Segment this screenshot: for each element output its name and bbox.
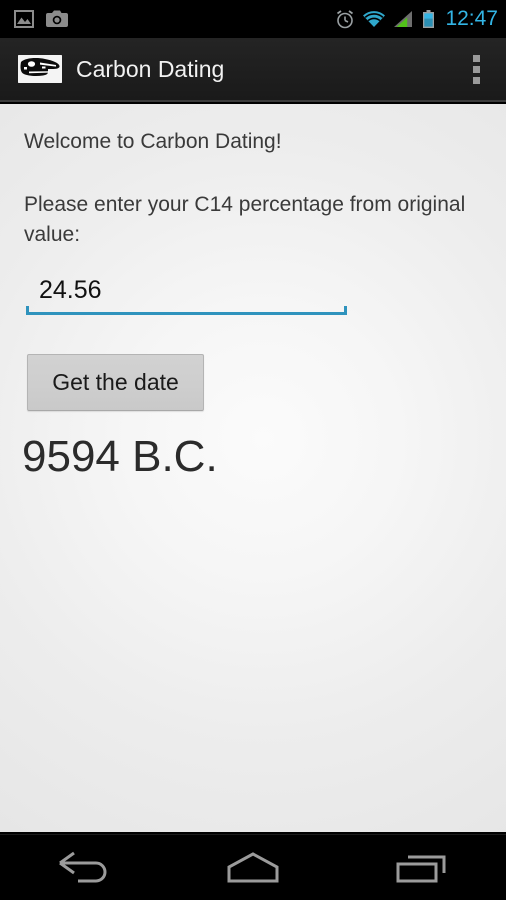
c14-percentage-input[interactable] — [26, 268, 347, 312]
input-underline — [26, 306, 347, 315]
get-the-date-button[interactable]: Get the date — [27, 354, 204, 411]
app-content: Welcome to Carbon Dating! Please enter y… — [0, 104, 506, 832]
page-title: Carbon Dating — [76, 55, 225, 82]
overflow-dot — [472, 76, 480, 84]
overflow-dot — [472, 54, 480, 62]
c14-percentage-field-wrapper — [26, 268, 347, 318]
system-navigation-bar — [0, 834, 506, 900]
status-bar: 12:47 — [0, 0, 506, 38]
home-button[interactable] — [198, 835, 308, 900]
battery-icon — [422, 9, 435, 29]
status-bar-left-icons — [14, 10, 335, 28]
input-prompt-label: Please enter your C14 percentage from or… — [24, 193, 466, 246]
cellular-signal-icon — [393, 10, 415, 28]
calculated-date-result: 9594 B.C. — [22, 432, 218, 481]
overflow-menu-icon[interactable] — [456, 41, 496, 97]
welcome-message: Welcome to Carbon Dating! — [24, 130, 282, 153]
status-bar-right-icons: 12:47 — [335, 7, 498, 31]
gallery-image-icon — [14, 10, 34, 28]
dinosaur-skull-icon — [18, 55, 62, 83]
alarm-clock-icon — [335, 9, 355, 29]
overflow-dot — [472, 65, 480, 73]
status-bar-clock: 12:47 — [445, 7, 498, 30]
action-bar: Carbon Dating — [0, 38, 506, 102]
android-phone-screen: 12:47 Carbon Dating Welcome to Carbon Da… — [0, 0, 506, 900]
recents-button[interactable] — [367, 835, 477, 900]
wifi-icon — [362, 10, 386, 28]
back-button[interactable] — [29, 835, 139, 900]
camera-icon — [46, 10, 68, 28]
